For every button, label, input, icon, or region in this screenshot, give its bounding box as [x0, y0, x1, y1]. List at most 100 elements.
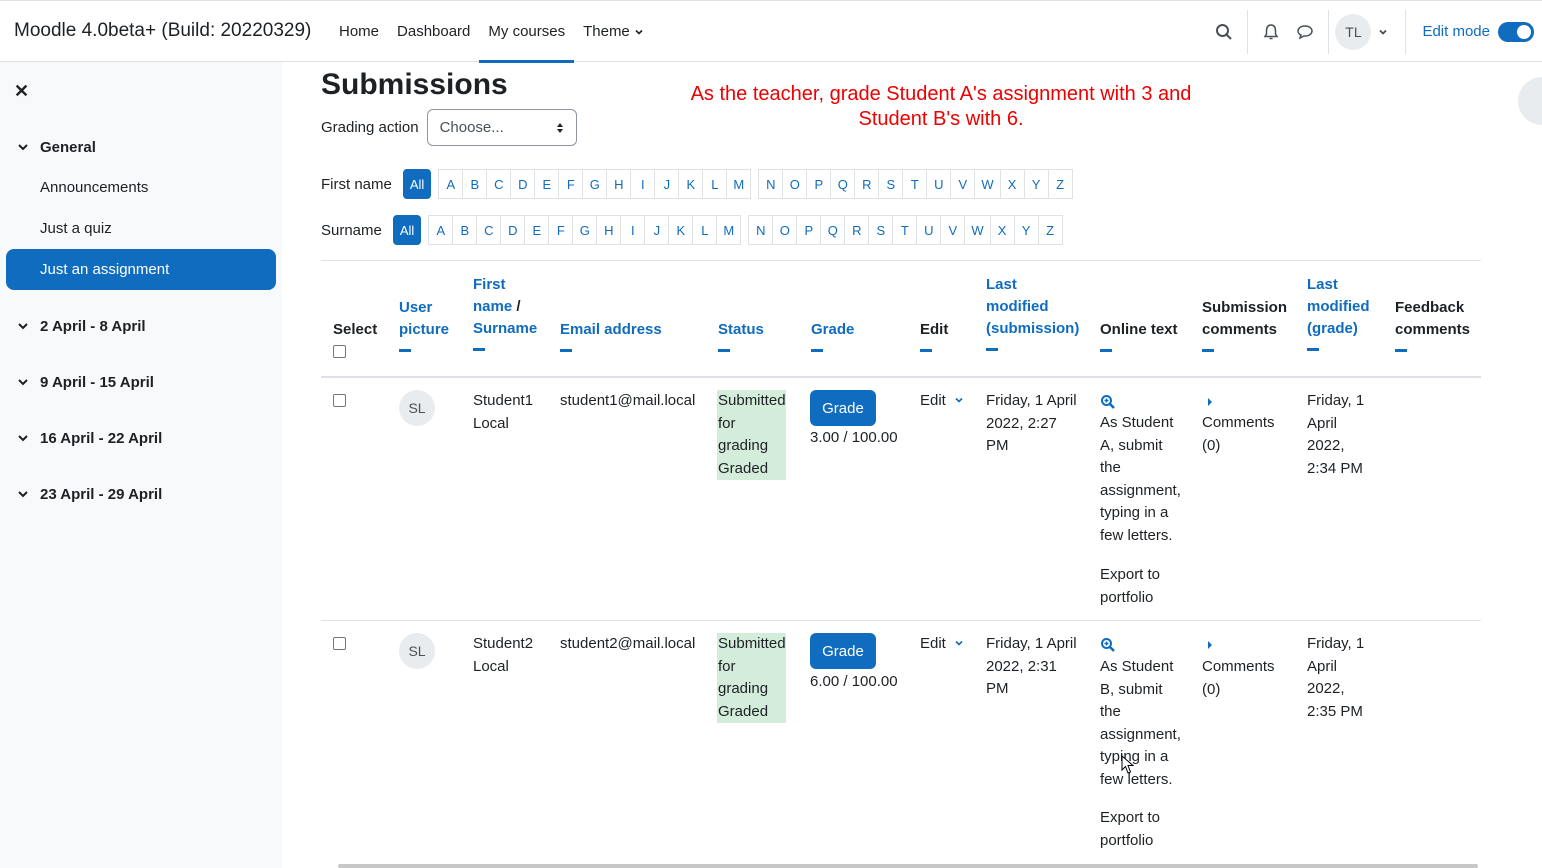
student-name-link[interactable]: Student1 Local — [473, 390, 543, 435]
surname-initial-q[interactable]: Q — [820, 215, 846, 245]
select-all-checkbox[interactable] — [333, 345, 346, 358]
first-name-initial-j[interactable]: J — [654, 169, 680, 199]
avatar[interactable]: SL — [399, 633, 435, 669]
first-name-initial-t[interactable]: T — [902, 169, 928, 199]
first-name-initial-r[interactable]: R — [854, 169, 880, 199]
zoom-in-icon[interactable] — [1100, 394, 1116, 410]
comments-link[interactable]: Comments (0) — [1202, 656, 1282, 701]
row-select-checkbox[interactable] — [333, 394, 346, 407]
surname-initial-e[interactable]: E — [524, 215, 550, 245]
drawer-item-announcements[interactable]: Announcements — [0, 167, 282, 208]
avatar[interactable]: SL — [399, 390, 435, 426]
surname-initial-all[interactable]: All — [392, 215, 422, 245]
hide-column-icon[interactable] — [1307, 348, 1319, 351]
first-name-initial-d[interactable]: D — [510, 169, 536, 199]
surname-initial-g[interactable]: G — [572, 215, 598, 245]
surname-initial-i[interactable]: I — [620, 215, 646, 245]
surname-initial-j[interactable]: J — [644, 215, 670, 245]
hide-column-icon[interactable] — [1100, 349, 1112, 352]
row-select-checkbox[interactable] — [333, 637, 346, 650]
hide-column-icon[interactable] — [986, 348, 998, 351]
first-name-initial-o[interactable]: O — [782, 169, 808, 199]
first-name-initial-l[interactable]: L — [702, 169, 728, 199]
hide-column-icon[interactable] — [1202, 349, 1214, 352]
hide-column-icon[interactable] — [473, 348, 485, 351]
surname-initial-w[interactable]: W — [964, 215, 991, 245]
grade-button[interactable]: Grade — [810, 390, 876, 426]
export-to-portfolio-link[interactable]: Export to portfolio — [1100, 564, 1184, 609]
surname-initial-k[interactable]: K — [668, 215, 694, 245]
section-week-2[interactable]: 9 April - 15 April — [0, 362, 282, 402]
header-surname-link[interactable]: Surname — [473, 320, 537, 337]
caret-right-icon[interactable] — [1202, 394, 1218, 410]
edit-menu[interactable]: Edit — [920, 390, 964, 413]
student-name-link[interactable]: Student2 Local — [473, 633, 543, 678]
surname-initial-f[interactable]: F — [548, 215, 574, 245]
header-last-modified-grade[interactable]: Last modified (grade) — [1307, 274, 1377, 351]
first-name-initial-a[interactable]: A — [438, 169, 464, 199]
messages-icon[interactable] — [1288, 15, 1322, 49]
user-avatar[interactable]: TL — [1335, 13, 1372, 50]
first-name-initial-v[interactable]: V — [950, 169, 976, 199]
section-week-1[interactable]: 2 April - 8 April — [0, 306, 282, 346]
surname-initial-b[interactable]: B — [452, 215, 478, 245]
drawer-item-assignment[interactable]: Just an assignment — [6, 249, 276, 290]
bell-icon[interactable] — [1254, 15, 1288, 49]
surname-initial-u[interactable]: U — [916, 215, 942, 245]
section-week-4[interactable]: 23 April - 29 April — [0, 474, 282, 514]
first-name-initial-k[interactable]: K — [678, 169, 704, 199]
section-week-3[interactable]: 16 April - 22 April — [0, 418, 282, 458]
surname-initial-v[interactable]: V — [940, 215, 966, 245]
comments-link[interactable]: Comments (0) — [1202, 412, 1282, 457]
first-name-initial-s[interactable]: S — [878, 169, 904, 199]
edit-menu[interactable]: Edit — [920, 633, 964, 656]
first-name-initial-all[interactable]: All — [402, 169, 432, 199]
hide-column-icon[interactable] — [811, 349, 823, 352]
first-name-initial-b[interactable]: B — [462, 169, 488, 199]
surname-initial-s[interactable]: S — [868, 215, 894, 245]
surname-initial-p[interactable]: P — [796, 215, 822, 245]
export-to-portfolio-link[interactable]: Export to portfolio — [1100, 807, 1184, 852]
first-name-initial-x[interactable]: X — [999, 169, 1025, 199]
surname-initial-a[interactable]: A — [428, 215, 454, 245]
header-user-picture[interactable]: User picture — [399, 297, 459, 352]
first-name-initial-g[interactable]: G — [582, 169, 608, 199]
nav-dashboard[interactable]: Dashboard — [388, 1, 479, 62]
hide-column-icon[interactable] — [399, 349, 411, 352]
first-name-initial-f[interactable]: F — [558, 169, 584, 199]
edit-mode-toggle[interactable] — [1498, 21, 1534, 42]
drawer-toggle-button[interactable] — [1518, 77, 1542, 125]
search-icon[interactable] — [1207, 15, 1241, 49]
surname-initial-y[interactable]: Y — [1013, 215, 1039, 245]
horizontal-scrollbar[interactable] — [338, 864, 1478, 868]
grading-action-select[interactable]: Choose... — [426, 109, 577, 146]
surname-initial-x[interactable]: X — [989, 215, 1015, 245]
first-name-initial-u[interactable]: U — [926, 169, 952, 199]
surname-initial-t[interactable]: T — [892, 215, 918, 245]
first-name-initial-p[interactable]: P — [806, 169, 832, 199]
section-general-header[interactable]: General — [0, 127, 282, 167]
first-name-initial-w[interactable]: W — [974, 169, 1001, 199]
header-first-name-link[interactable]: First name — [473, 276, 512, 315]
nav-my-courses[interactable]: My courses — [479, 1, 574, 63]
surname-initial-d[interactable]: D — [500, 215, 526, 245]
header-status[interactable]: Status — [718, 319, 764, 352]
header-grade[interactable]: Grade — [811, 319, 854, 352]
first-name-initial-m[interactable]: M — [726, 169, 752, 199]
surname-initial-o[interactable]: O — [772, 215, 798, 245]
grade-button[interactable]: Grade — [810, 633, 876, 669]
header-email[interactable]: Email address — [560, 319, 662, 352]
first-name-initial-q[interactable]: Q — [830, 169, 856, 199]
header-last-modified-submission[interactable]: Last modified (submission) — [986, 274, 1081, 351]
first-name-initial-c[interactable]: C — [486, 169, 512, 199]
hide-column-icon[interactable] — [1395, 349, 1407, 352]
hide-column-icon[interactable] — [560, 349, 572, 352]
user-menu-chevron-icon[interactable] — [1371, 15, 1395, 49]
first-name-initial-n[interactable]: N — [758, 169, 784, 199]
caret-right-icon[interactable] — [1202, 637, 1218, 653]
surname-initial-n[interactable]: N — [748, 215, 774, 245]
site-brand[interactable]: Moodle 4.0beta+ (Build: 20220329) — [14, 20, 311, 42]
zoom-in-icon[interactable] — [1100, 637, 1116, 653]
hide-column-icon[interactable] — [718, 349, 730, 352]
drawer-item-quiz[interactable]: Just a quiz — [0, 208, 282, 249]
